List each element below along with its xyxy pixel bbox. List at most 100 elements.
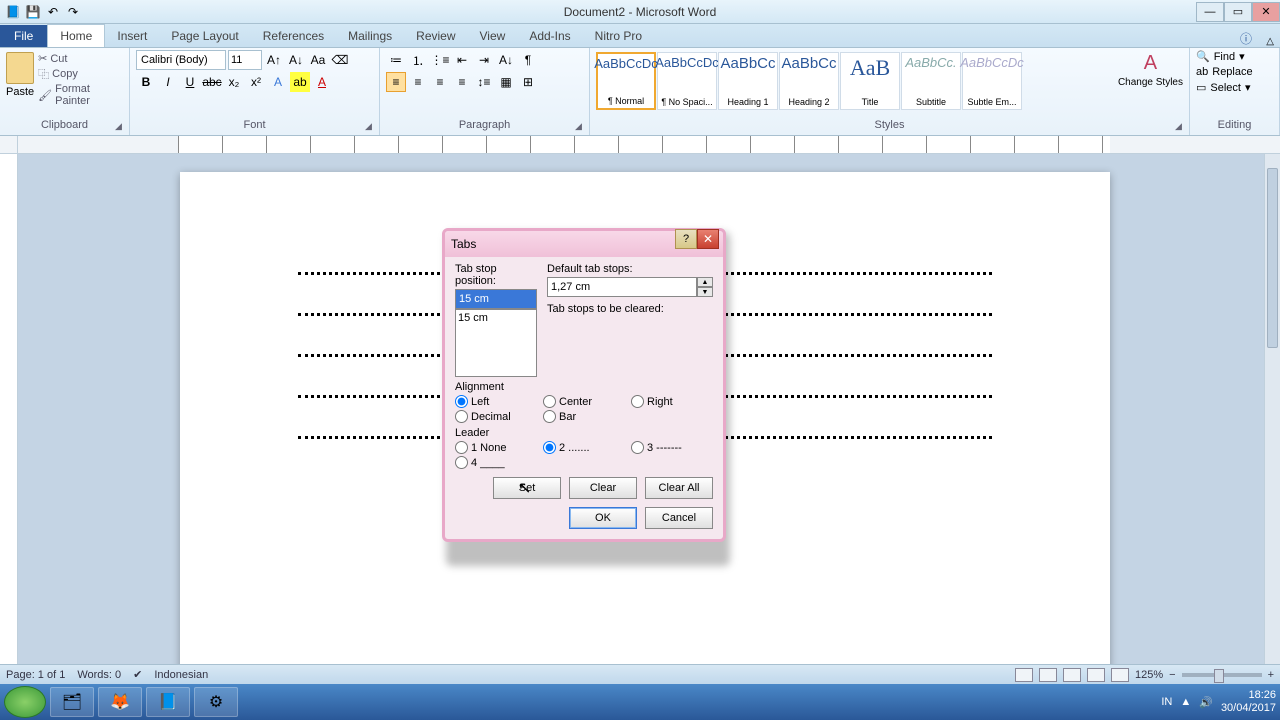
view-draft-button[interactable] (1111, 668, 1129, 682)
bullets-button[interactable]: ≔ (386, 50, 406, 70)
tab-home[interactable]: Home (47, 24, 105, 47)
tab-file[interactable]: File (0, 25, 47, 47)
increase-indent-button[interactable]: ⇥ (474, 50, 494, 70)
ok-button[interactable]: OK (569, 507, 637, 529)
format-painter-button[interactable]: 🖌Format Painter (38, 83, 123, 107)
change-case-button[interactable]: Aa (308, 50, 328, 70)
italic-button[interactable]: I (158, 72, 178, 92)
alignment-right-radio[interactable]: Right (631, 395, 713, 408)
style-subtitle[interactable]: AaBbCc.Subtitle (901, 52, 961, 110)
line-spacing-button[interactable]: ↕≡ (474, 72, 494, 92)
change-styles-button[interactable]: A Change Styles (1118, 52, 1183, 88)
copy-button[interactable]: ⿻Copy (38, 66, 123, 82)
style-subtle-em[interactable]: AaBbCcDcSubtle Em... (962, 52, 1022, 110)
save-button[interactable]: 💾 (24, 3, 42, 21)
tab-insert[interactable]: Insert (105, 25, 159, 47)
select-button[interactable]: ▭Select ▾ (1196, 81, 1273, 94)
alignment-bar-radio[interactable]: Bar (543, 410, 625, 423)
tab-addins[interactable]: Add-Ins (517, 25, 582, 47)
style-heading1[interactable]: AaBbCcHeading 1 (718, 52, 778, 110)
tab-review[interactable]: Review (404, 25, 467, 47)
taskbar-firefox[interactable]: 🦊 (98, 687, 142, 717)
tab-page-layout[interactable]: Page Layout (159, 25, 250, 47)
view-full-screen-button[interactable] (1039, 668, 1057, 682)
tray-clock[interactable]: 18:26 30/04/2017 (1221, 689, 1276, 715)
leader-dots-radio[interactable]: 2 ....... (543, 441, 625, 454)
font-size-select[interactable] (228, 50, 262, 70)
undo-button[interactable]: ↶ (44, 3, 62, 21)
tab-stop-listbox[interactable]: 15 cm (455, 309, 537, 377)
dialog-titlebar[interactable]: Tabs ? ✕ (445, 231, 723, 257)
close-button[interactable]: ✕ (1252, 2, 1280, 22)
alignment-left-radio[interactable]: Left (455, 395, 537, 408)
zoom-in-button[interactable]: + (1268, 669, 1274, 681)
minimize-button[interactable]: — (1196, 2, 1224, 22)
leader-none-radio[interactable]: 1 None (455, 441, 537, 454)
help-icon[interactable]: ⓘ (1240, 30, 1252, 47)
zoom-out-button[interactable]: − (1169, 669, 1175, 681)
tray-network-icon[interactable]: 🔊 (1199, 696, 1213, 709)
align-right-button[interactable]: ≡ (430, 72, 450, 92)
word-icon[interactable]: 📘 (4, 3, 22, 21)
status-language[interactable]: Indonesian (154, 669, 208, 681)
font-color-button[interactable]: A (312, 72, 332, 92)
style-heading2[interactable]: AaBbCcHeading 2 (779, 52, 839, 110)
leader-underline-radio[interactable]: 4 ____ (455, 456, 537, 469)
zoom-slider[interactable] (1182, 673, 1262, 677)
shrink-font-button[interactable]: A↓ (286, 50, 306, 70)
clear-all-button[interactable]: Clear All (645, 477, 713, 499)
underline-button[interactable]: U (180, 72, 200, 92)
tab-nitro-pro[interactable]: Nitro Pro (583, 25, 654, 47)
decrease-indent-button[interactable]: ⇤ (452, 50, 472, 70)
scrollbar-thumb[interactable] (1267, 168, 1278, 348)
redo-button[interactable]: ↷ (64, 3, 82, 21)
dialog-close-button[interactable]: ✕ (697, 229, 719, 249)
numbering-button[interactable]: ⒈ (408, 50, 428, 70)
cut-button[interactable]: ✂Cut (38, 52, 123, 65)
font-name-select[interactable] (136, 50, 226, 70)
start-button[interactable] (4, 686, 46, 718)
align-left-button[interactable]: ≡ (386, 72, 406, 92)
spin-down-icon[interactable]: ▼ (697, 287, 713, 297)
default-tab-stops-input[interactable] (547, 277, 697, 297)
dialog-launcher-icon[interactable]: ◢ (1175, 121, 1187, 133)
vertical-scrollbar[interactable] (1264, 154, 1280, 664)
grow-font-button[interactable]: A↑ (264, 50, 284, 70)
cancel-button[interactable]: Cancel (645, 507, 713, 529)
zoom-level[interactable]: 125% (1135, 669, 1163, 681)
tray-lang[interactable]: IN (1161, 696, 1172, 708)
text-effects-button[interactable]: A (268, 72, 288, 92)
find-button[interactable]: 🔍Find ▾ (1196, 50, 1273, 63)
style-no-spacing[interactable]: AaBbCcDc¶ No Spaci... (657, 52, 717, 110)
set-button[interactable]: Set (493, 477, 561, 499)
ruler-corner[interactable] (0, 136, 18, 154)
view-web-layout-button[interactable] (1063, 668, 1081, 682)
status-page[interactable]: Page: 1 of 1 (6, 669, 65, 681)
taskbar-explorer[interactable]: 🗂 (50, 687, 94, 717)
leader-dashes-radio[interactable]: 3 ------- (631, 441, 713, 454)
horizontal-ruler[interactable] (178, 136, 1110, 153)
strikethrough-button[interactable]: abc (202, 72, 222, 92)
tab-stop-position-input[interactable] (455, 289, 537, 309)
justify-button[interactable]: ≡ (452, 72, 472, 92)
tab-references[interactable]: References (251, 25, 336, 47)
proofing-icon[interactable]: ✔ (133, 668, 142, 681)
subscript-button[interactable]: x₂ (224, 72, 244, 92)
view-outline-button[interactable] (1087, 668, 1105, 682)
vertical-ruler[interactable] (0, 154, 18, 700)
dialog-help-button[interactable]: ? (675, 229, 697, 249)
tab-mailings[interactable]: Mailings (336, 25, 404, 47)
tray-flag-icon[interactable]: ▲ (1180, 696, 1191, 708)
maximize-button[interactable]: ▭ (1224, 2, 1252, 22)
style-normal[interactable]: AaBbCcDc¶ Normal (596, 52, 656, 110)
multilevel-button[interactable]: ⋮≡ (430, 50, 450, 70)
show-marks-button[interactable]: ¶ (518, 50, 538, 70)
list-item[interactable]: 15 cm (458, 312, 534, 324)
paste-button[interactable]: Paste (6, 52, 34, 98)
superscript-button[interactable]: x² (246, 72, 266, 92)
replace-button[interactable]: abReplace (1196, 66, 1273, 78)
clear-button[interactable]: Clear (569, 477, 637, 499)
borders-button[interactable]: ⊞ (518, 72, 538, 92)
taskbar-app[interactable]: ⚙ (194, 687, 238, 717)
default-tab-stops-spinner[interactable]: ▲▼ (547, 277, 713, 297)
